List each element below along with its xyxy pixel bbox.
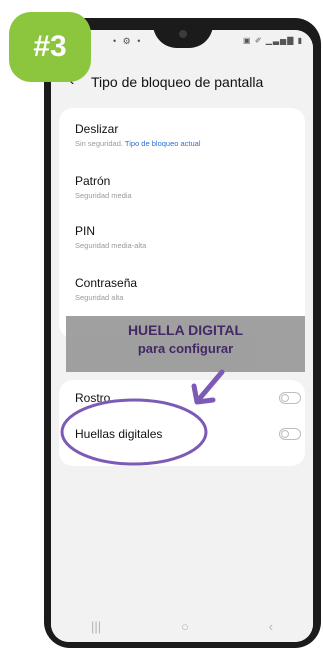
annotation-arrow-icon bbox=[197, 369, 225, 401]
annotation-circle-icon bbox=[60, 398, 208, 466]
step-badge: #3 bbox=[9, 12, 91, 82]
annotation-marks bbox=[60, 369, 225, 466]
